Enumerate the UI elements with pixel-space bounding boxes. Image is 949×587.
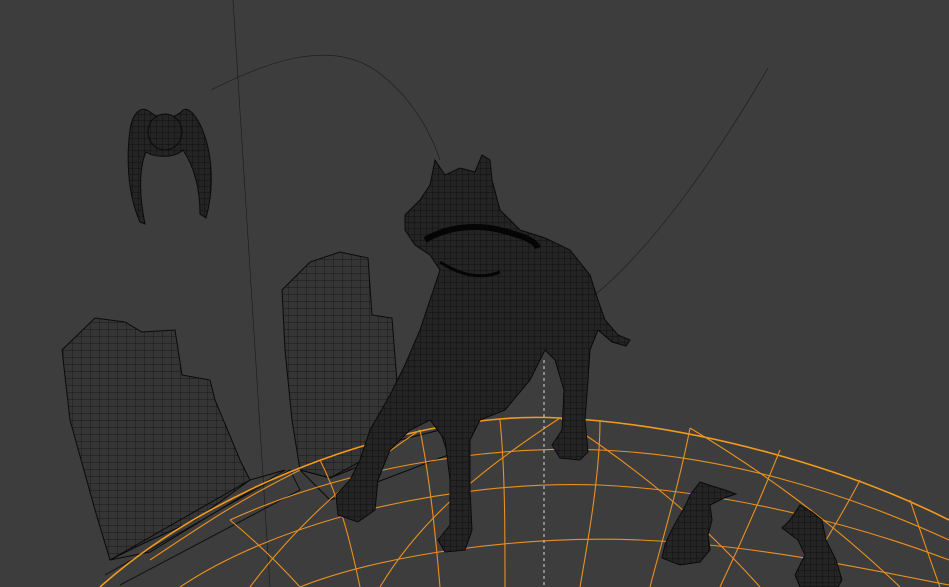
viewport-canvas[interactable] (0, 0, 949, 587)
wire-skyscrapers-left[interactable] (61, 317, 301, 586)
curve-path-1[interactable] (210, 54, 441, 161)
curve-path-2[interactable] (594, 67, 769, 296)
wire-owl[interactable] (127, 108, 212, 225)
wire-hand-1[interactable] (661, 481, 738, 566)
3d-viewport[interactable] (0, 0, 949, 587)
wire-hand-2[interactable] (781, 504, 843, 587)
